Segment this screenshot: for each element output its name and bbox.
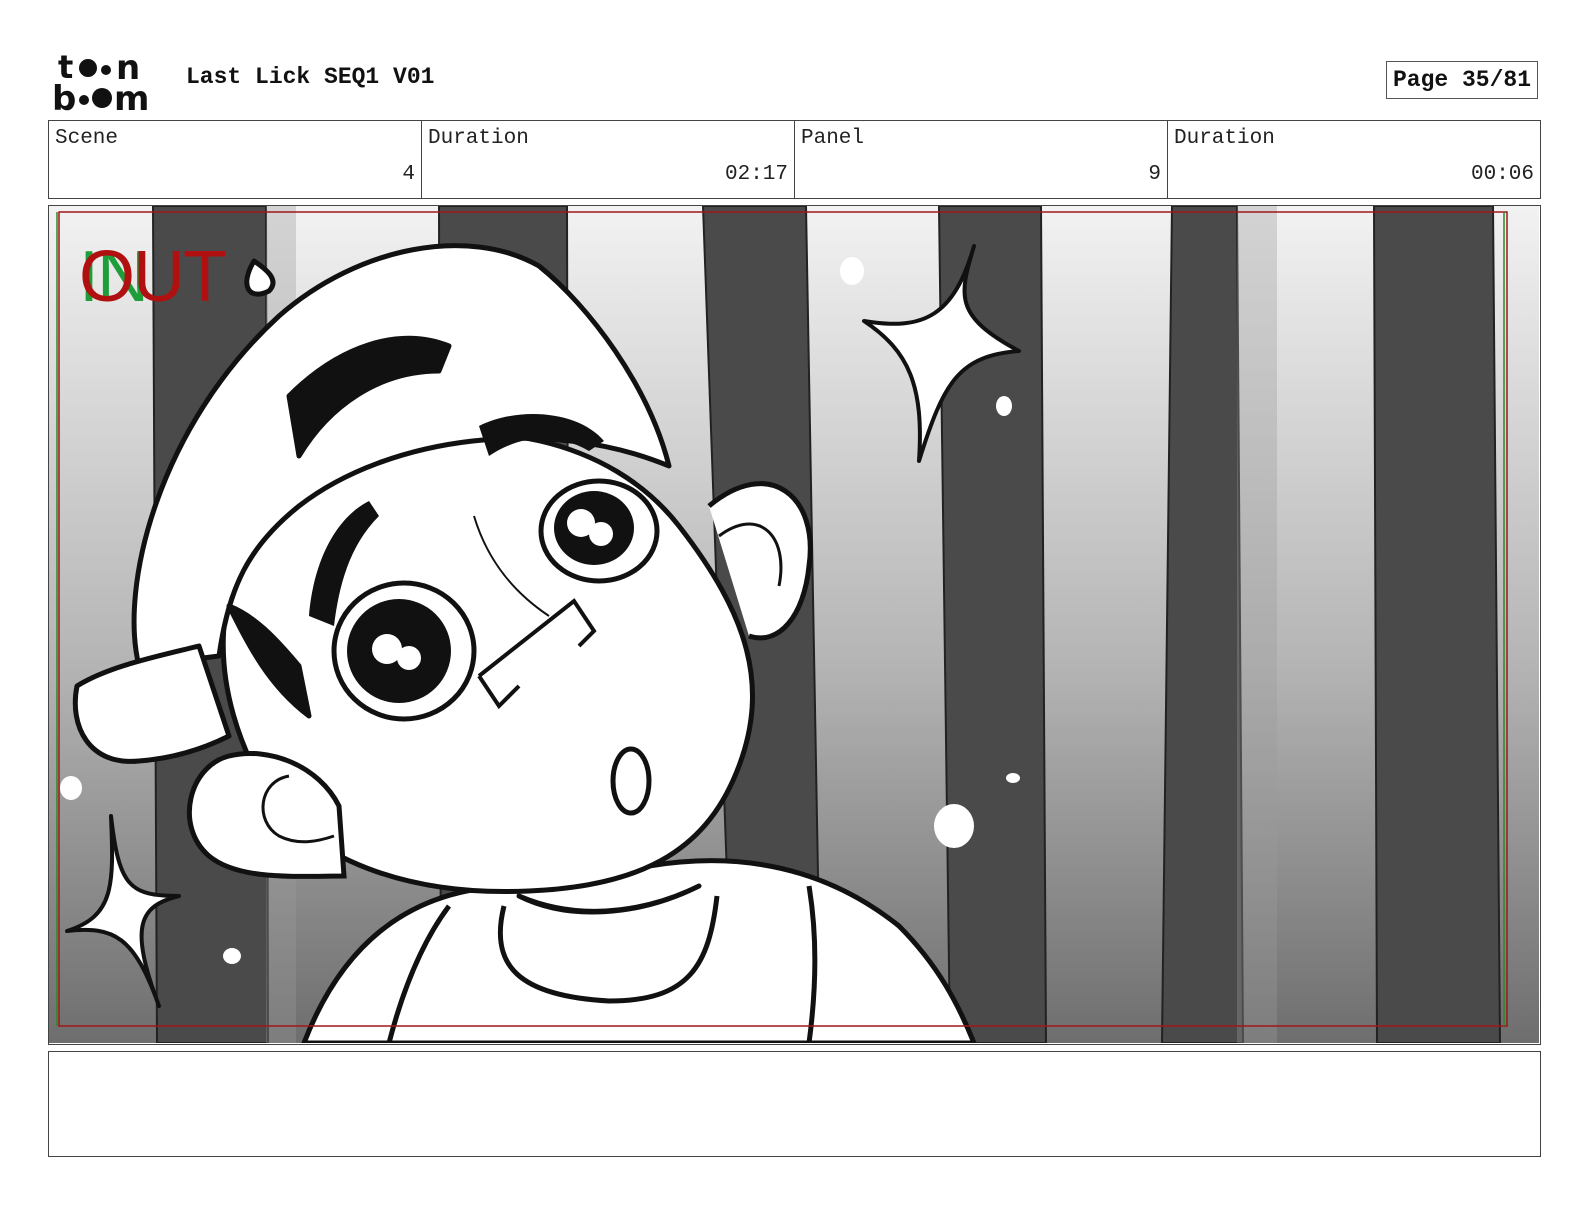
storyboard-panel: IN OUT	[48, 205, 1541, 1045]
scene-duration-cell: Duration 02:17	[422, 121, 795, 198]
panel-duration-label: Duration	[1174, 127, 1275, 150]
toonboom-logo: t n b m	[52, 50, 149, 114]
scene-duration-value: 02:17	[724, 163, 788, 186]
scene-value: 4	[402, 163, 415, 186]
scene-label: Scene	[55, 127, 119, 150]
info-table: Scene 4 Duration 02:17 Panel 9 Duration …	[48, 120, 1541, 199]
scene-cell: Scene 4	[49, 121, 422, 198]
in-out-markers: IN OUT	[79, 237, 239, 317]
svg-text:b: b	[52, 79, 76, 114]
page-number: Page 35/81	[1386, 61, 1538, 99]
scene-duration-label: Duration	[428, 127, 529, 150]
panel-value: 9	[1148, 163, 1161, 186]
panel-cell: Panel 9	[795, 121, 1168, 198]
panel-duration-value: 00:06	[1470, 163, 1534, 186]
panel-duration-cell: Duration 00:06	[1168, 121, 1540, 198]
panel-label: Panel	[801, 127, 865, 150]
out-marker: OUT	[79, 237, 227, 317]
panel-drawing	[49, 206, 1539, 1043]
document-title: Last Lick SEQ1 V01	[186, 64, 435, 90]
notes-box	[48, 1051, 1541, 1157]
svg-text:m: m	[114, 79, 149, 114]
